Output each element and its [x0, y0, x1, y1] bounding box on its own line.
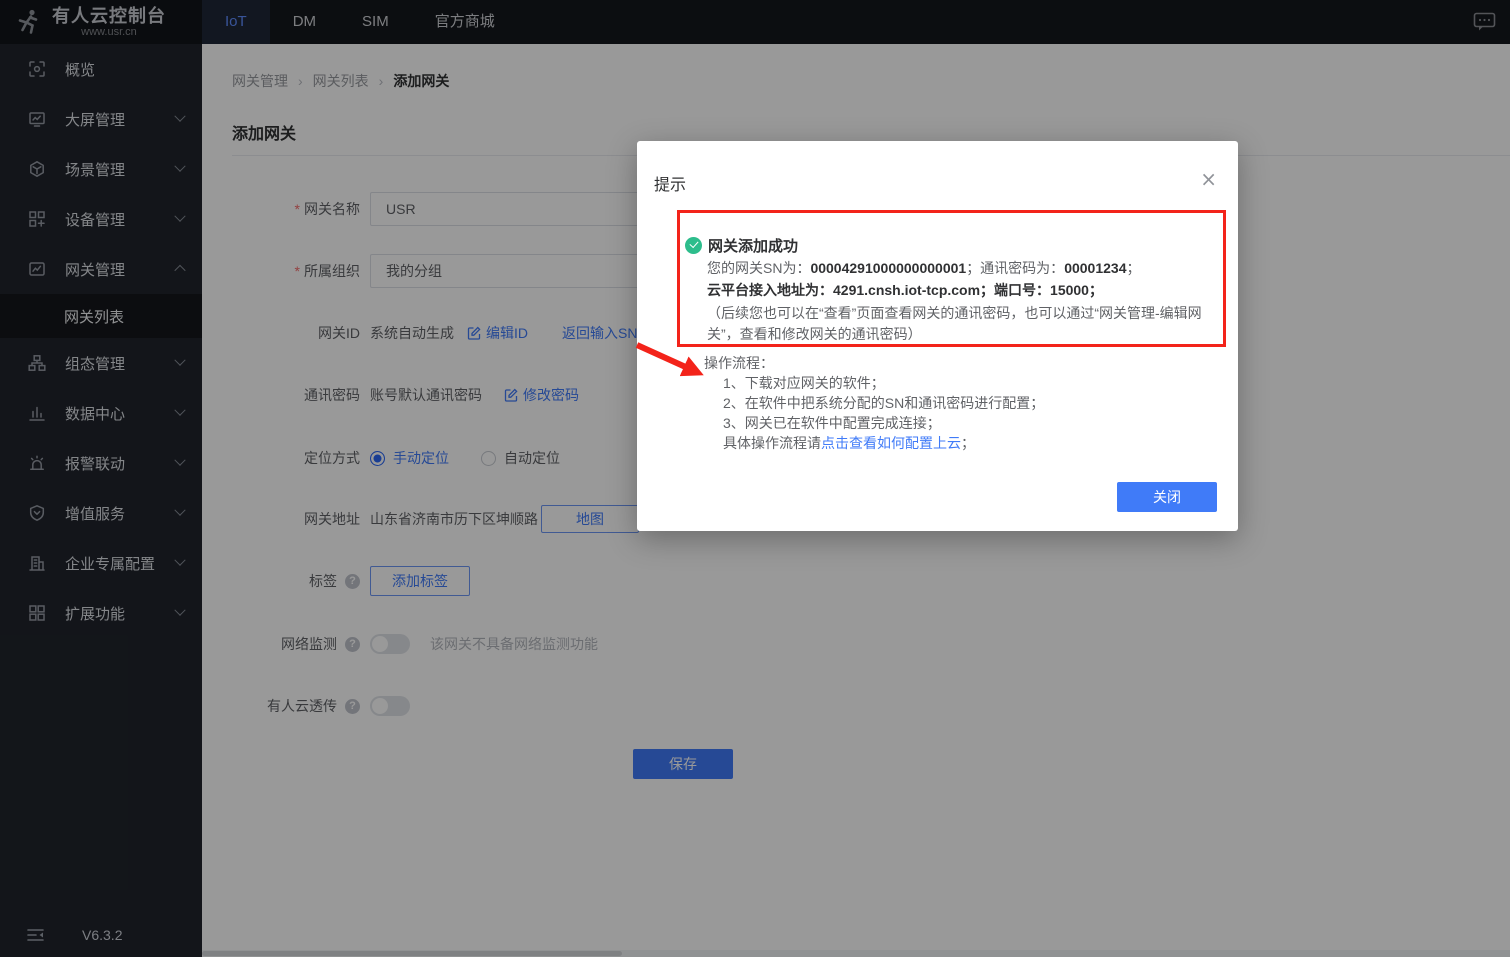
success-check-icon	[685, 237, 702, 254]
dialog-title: 提示	[654, 171, 686, 195]
how-to-configure-link[interactable]: 点击查看如何配置上云	[821, 433, 961, 453]
tip-dialog: 提示 × 网关添加成功 您的网关SN为：00004291000000000001…	[637, 141, 1238, 531]
screen: 有人云控制台 www.usr.cn IoT DM SIM 官方商城	[0, 0, 1510, 957]
close-icon[interactable]: ×	[1200, 169, 1217, 189]
sn-value: 00004291000000000001	[810, 260, 966, 276]
flow-step: 2、在软件中把系统分配的SN和通讯密码进行配置；	[723, 393, 1044, 413]
flow-steps: 1、下载对应网关的软件； 2、在软件中把系统分配的SN和通讯密码进行配置； 3、…	[723, 373, 1044, 453]
success-title: 网关添加成功	[708, 235, 798, 256]
flow-title: 操作流程：	[704, 353, 774, 373]
platform-address-line: 云平台接入地址为：4291.cnsh.iot-tcp.com；端口号：15000…	[707, 280, 1103, 300]
flow-step: 1、下载对应网关的软件；	[723, 373, 1044, 393]
sn-password-line: 您的网关SN为：00004291000000000001；通讯密码为：00001…	[707, 258, 1140, 278]
flow-step: 3、网关已在软件中配置完成连接；	[723, 413, 1044, 433]
close-button[interactable]: 关闭	[1117, 482, 1217, 512]
note-line: （后续您也可以在“查看”页面查看网关的通讯密码，也可以通过“网关管理-编辑网关”…	[707, 303, 1212, 345]
password-value: 00001234	[1064, 260, 1126, 276]
